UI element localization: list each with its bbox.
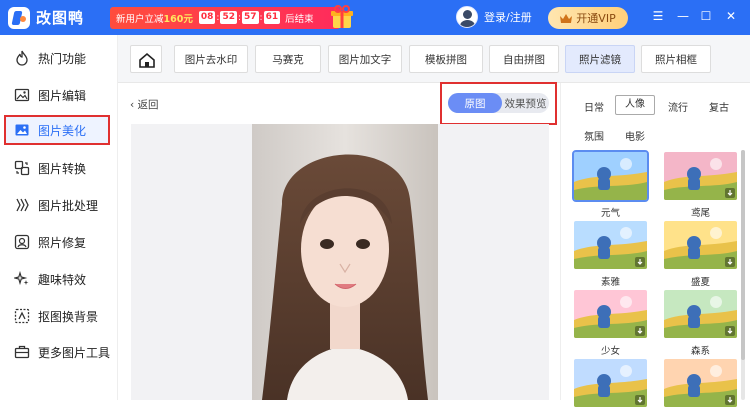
back-label: 返回: [137, 99, 159, 111]
app-logo: 改图鸭: [8, 6, 110, 29]
tab-photo-filter[interactable]: 照片滤镜: [565, 45, 635, 73]
repair-icon: [14, 234, 30, 250]
sidebar-item-label: 图片美化: [38, 123, 87, 138]
title-bar: 改图鸭 新用户立减 160元 08: 52: 57: 61 后结束 登录/注册 …: [0, 0, 750, 35]
sidebar-item-image-convert[interactable]: 图片转换: [4, 153, 110, 183]
tab-remove-watermark[interactable]: 图片去水印: [174, 45, 248, 73]
sidebar-item-batch[interactable]: 图片批处理: [4, 190, 110, 220]
filter-thumbnail[interactable]: [664, 221, 737, 269]
home-button[interactable]: [130, 45, 162, 73]
filter-thumbnail[interactable]: [572, 150, 649, 202]
sidebar-item-cutout[interactable]: 抠图换背景: [4, 301, 110, 331]
countdown-segment: 57: [242, 11, 259, 24]
avatar: [456, 6, 478, 28]
filter-category-popular[interactable]: 流行: [668, 99, 688, 114]
filter-label: 少女: [600, 346, 620, 357]
gift-icon: [331, 4, 353, 28]
logo-icon: [8, 6, 30, 29]
close-icon[interactable]: ✕: [724, 9, 738, 23]
filter-scrollbar[interactable]: [741, 150, 745, 400]
download-icon: [635, 326, 645, 336]
download-icon: [725, 326, 735, 336]
download-icon: [725, 188, 735, 198]
tool-tabs-bar: 图片去水印 马赛克 图片加文字 模板拼图 自由拼图 照片滤镜 照片相框: [118, 35, 750, 83]
app-name: 改图鸭: [36, 9, 85, 27]
sidebar-item-label: 图片批处理: [38, 198, 99, 213]
filter-label: 森系: [690, 346, 710, 357]
tab-add-text[interactable]: 图片加文字: [328, 45, 402, 73]
open-vip-button[interactable]: 开通VIP: [548, 7, 628, 29]
countdown-segment: 61: [263, 11, 281, 24]
sidebar-item-label: 照片修复: [38, 235, 87, 250]
filter-category-mood[interactable]: 氛围: [584, 128, 604, 143]
sidebar-item-fun-effects[interactable]: 趣味特效: [4, 264, 110, 294]
filter-thumbnail[interactable]: [574, 221, 647, 269]
preview-photo: [252, 124, 438, 400]
countdown-segment: 08: [198, 11, 216, 24]
sparkle-icon: [14, 271, 29, 286]
image-edit-icon: [14, 88, 30, 102]
flame-icon: [16, 50, 28, 66]
portrait-image: [252, 124, 438, 400]
menu-icon[interactable]: ☰: [651, 9, 665, 23]
toggle-original[interactable]: 原图: [448, 93, 502, 113]
back-button[interactable]: ‹ 返回: [130, 97, 159, 112]
toggle-effect-preview[interactable]: 效果预览: [502, 93, 549, 113]
sidebar: 热门功能 图片编辑 图片美化 图片转换 图片批处理 照片修复 趣味特效 抠图换背…: [0, 35, 118, 400]
download-icon: [725, 395, 735, 405]
promo-banner[interactable]: 新用户立减 160元 08: 52: 57: 61 后结束: [110, 4, 353, 29]
filter-category-retro[interactable]: 复古: [709, 99, 729, 114]
tab-mosaic[interactable]: 马赛克: [255, 45, 321, 73]
sidebar-item-hot-features[interactable]: 热门功能: [4, 43, 110, 73]
crown-icon: [560, 14, 573, 23]
download-icon: [725, 257, 735, 267]
batch-icon: [16, 198, 29, 212]
toolbox-icon: [14, 345, 30, 359]
download-icon: [635, 257, 645, 267]
home-icon: [139, 52, 155, 68]
cutout-icon: [14, 308, 30, 324]
filter-category-daily[interactable]: 日常: [584, 99, 604, 114]
filter-label: 元气: [600, 208, 620, 219]
filter-category-film[interactable]: 电影: [625, 128, 645, 143]
minimize-icon[interactable]: —: [676, 9, 690, 23]
promo-price: 160元: [163, 13, 193, 25]
sidebar-item-image-beautify[interactable]: 图片美化: [4, 115, 110, 145]
promo-suffix: 后结束: [285, 13, 314, 25]
image-beautify-icon: [15, 124, 29, 136]
filter-thumbnail[interactable]: [664, 152, 737, 200]
login-area[interactable]: 登录/注册: [456, 6, 532, 28]
maximize-icon[interactable]: ☐: [699, 9, 713, 23]
sidebar-item-more-tools[interactable]: 更多图片工具: [4, 337, 110, 367]
filter-label: 盛夏: [690, 277, 710, 288]
sidebar-item-label: 图片转换: [38, 161, 87, 176]
download-icon: [635, 395, 645, 405]
countdown-segment: 52: [220, 11, 237, 24]
sidebar-item-label: 热门功能: [38, 51, 87, 66]
convert-icon: [14, 160, 30, 176]
tab-photo-frame[interactable]: 照片相框: [641, 45, 711, 73]
sidebar-item-image-edit[interactable]: 图片编辑: [4, 80, 110, 110]
sidebar-item-label: 图片编辑: [38, 88, 87, 103]
filter-thumbnail[interactable]: [574, 290, 647, 338]
tab-free-collage[interactable]: 自由拼图: [489, 45, 559, 73]
vip-label: 开通VIP: [576, 12, 616, 25]
chevron-left-icon: ‹: [130, 99, 135, 111]
promo-text: 新用户立减: [116, 13, 164, 25]
filter-label: 鸢尾: [690, 208, 710, 219]
sidebar-item-label: 趣味特效: [38, 272, 87, 287]
filter-label: 素雅: [600, 277, 620, 288]
sidebar-item-photo-repair[interactable]: 照片修复: [4, 227, 110, 257]
tab-template-collage[interactable]: 模板拼图: [409, 45, 483, 73]
preview-toggle[interactable]: 原图 效果预览: [448, 93, 549, 113]
sidebar-item-label: 更多图片工具: [38, 345, 111, 360]
filter-thumbnail[interactable]: [664, 290, 737, 338]
filter-category-portrait[interactable]: 人像: [615, 95, 655, 115]
sidebar-item-label: 抠图换背景: [38, 309, 99, 324]
login-register-link[interactable]: 登录/注册: [484, 9, 532, 25]
